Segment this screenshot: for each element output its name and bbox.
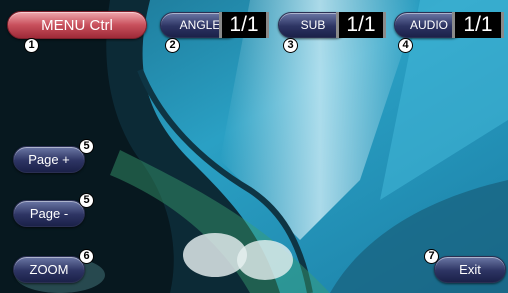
callout-marker-5b: 5	[79, 193, 94, 208]
sub-label: SUB	[300, 18, 326, 32]
angle-counter: 1/1	[219, 12, 269, 38]
audio-label: AUDIO	[409, 18, 448, 32]
zoom-button[interactable]: ZOOM	[13, 256, 85, 283]
sub-counter: 1/1	[336, 12, 386, 38]
callout-marker-4: 4	[398, 38, 413, 53]
audio-counter: 1/1	[452, 12, 504, 38]
callout-marker-5a: 5	[79, 139, 94, 154]
dvd-control-screen: MENU Ctrl ANGLE 1/1 SUB 1/1 AUDIO 1/1 Pa…	[0, 0, 508, 293]
callout-marker-1: 1	[24, 38, 39, 53]
menu-ctrl-label: MENU Ctrl	[41, 16, 113, 34]
callout-marker-6: 6	[79, 249, 94, 264]
callout-marker-2: 2	[165, 38, 180, 53]
callout-marker-3: 3	[283, 38, 298, 53]
exit-button[interactable]: Exit	[434, 256, 506, 283]
page-plus-label: Page +	[28, 152, 70, 167]
zoom-label: ZOOM	[29, 262, 69, 277]
angle-label: ANGLE	[179, 18, 221, 32]
exit-label: Exit	[459, 262, 481, 277]
menu-ctrl-button[interactable]: MENU Ctrl	[7, 11, 147, 39]
page-minus-button[interactable]: Page -	[13, 200, 85, 227]
callout-marker-7: 7	[424, 249, 439, 264]
page-minus-label: Page -	[29, 206, 69, 221]
page-plus-button[interactable]: Page +	[13, 146, 85, 173]
